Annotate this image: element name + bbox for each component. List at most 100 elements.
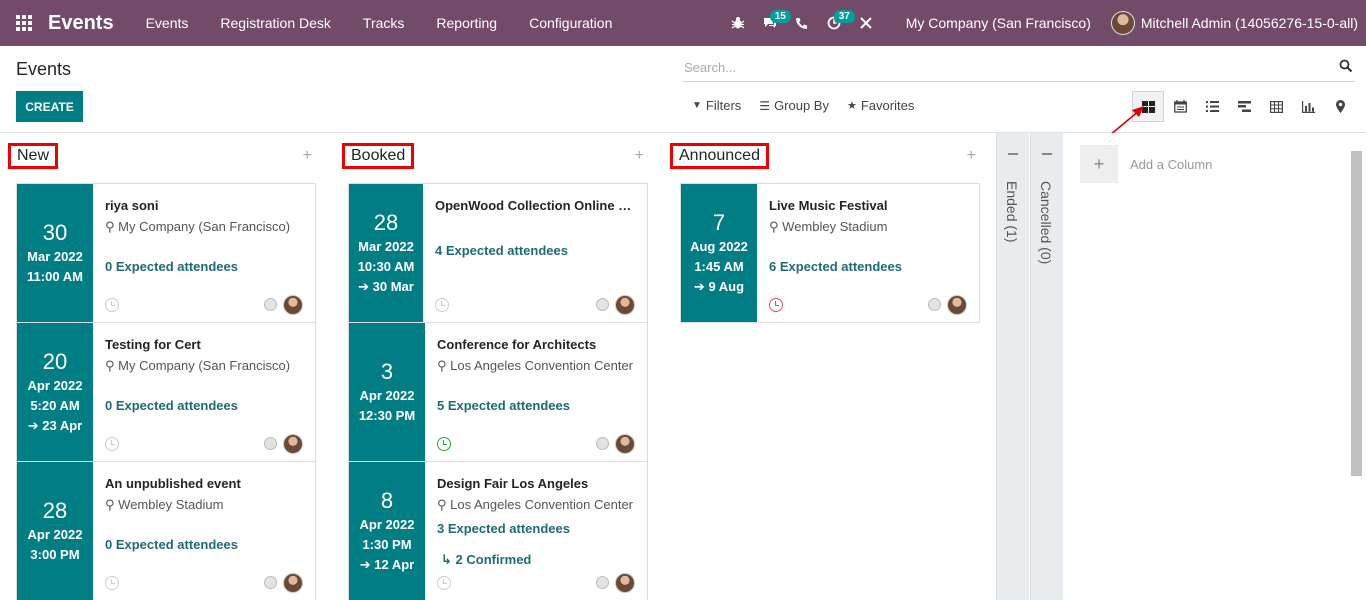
event-day: 20 bbox=[42, 349, 68, 374]
column-title[interactable]: New bbox=[8, 143, 59, 169]
activity-clock-icon[interactable] bbox=[769, 298, 783, 312]
event-location: ⚲ Wembley Stadium bbox=[769, 219, 888, 234]
pivot-view-icon[interactable] bbox=[1260, 91, 1292, 122]
activity-clock-icon[interactable] bbox=[437, 576, 451, 590]
activity-clock-icon[interactable] bbox=[105, 298, 119, 312]
event-attendees: 0 Expected attendees bbox=[105, 537, 238, 552]
filters-toggle[interactable]: ▼ Filters bbox=[692, 98, 741, 113]
quick-create-plus-icon[interactable]: + bbox=[635, 147, 644, 165]
responsible-avatar bbox=[615, 295, 635, 315]
user-menu[interactable]: Mitchell Admin (14056276-15-0-all) bbox=[1110, 11, 1366, 35]
menu-tracks[interactable]: Tracks bbox=[347, 0, 420, 46]
event-card[interactable]: 28 Mar 2022 10:30 AM ➔ 30 Mar OpenWood C… bbox=[348, 183, 648, 323]
kanban-column-booked: Booked + bbox=[332, 133, 648, 175]
event-month: Aug 2022 bbox=[690, 239, 748, 254]
kanban-board: New + Booked + Announced + 30 Mar 2022 1… bbox=[0, 133, 1366, 600]
event-date-box: 28 Apr 2022 3:00 PM bbox=[17, 462, 93, 600]
list-view-icon[interactable] bbox=[1196, 91, 1228, 122]
fold-handle-icon bbox=[1008, 153, 1018, 155]
group-by-toggle[interactable]: ☰ Group By bbox=[759, 98, 829, 113]
bug-icon[interactable] bbox=[722, 0, 754, 46]
add-column-input[interactable] bbox=[1130, 156, 1330, 172]
calendar-view-icon[interactable] bbox=[1164, 91, 1196, 122]
map-marker-icon: ⚲ bbox=[105, 358, 115, 373]
event-day: 8 bbox=[380, 488, 394, 513]
kanban-state-dot[interactable] bbox=[264, 576, 277, 589]
event-card[interactable]: 3 Apr 2022 12:30 PM Conference for Archi… bbox=[348, 322, 648, 462]
event-confirmed[interactable]: ↳ 2 Confirmed bbox=[441, 552, 635, 568]
menu-registration-desk[interactable]: Registration Desk bbox=[204, 0, 347, 46]
column-title[interactable]: Booked bbox=[342, 143, 415, 169]
responsible-avatar bbox=[947, 295, 967, 315]
user-avatar bbox=[1110, 11, 1135, 35]
quick-create-plus-icon[interactable]: + bbox=[967, 147, 976, 165]
quick-create-plus-icon[interactable]: + bbox=[303, 147, 312, 165]
search-bar bbox=[683, 54, 1355, 82]
event-card[interactable]: 30 Mar 2022 11:00 AM riya soni ⚲ My Comp… bbox=[16, 183, 316, 323]
kanban-state-dot[interactable] bbox=[264, 298, 277, 311]
add-column-area: + bbox=[1080, 145, 1330, 183]
kanban-state-dot[interactable] bbox=[928, 298, 941, 311]
event-card[interactable]: 8 Apr 2022 1:30 PM ➔ 12 Apr Design Fair … bbox=[348, 461, 648, 600]
kanban-column-announced: Announced + bbox=[664, 133, 980, 175]
search-icon[interactable] bbox=[1339, 59, 1353, 76]
activity-clock-icon[interactable] bbox=[437, 437, 451, 451]
event-date-box: 7 Aug 2022 1:45 AM ➔ 9 Aug bbox=[681, 184, 757, 322]
event-name: riya soni bbox=[105, 198, 159, 213]
search-input[interactable] bbox=[683, 60, 1323, 75]
event-attendees: 0 Expected attendees bbox=[105, 259, 238, 274]
activity-clock-icon[interactable] bbox=[105, 576, 119, 590]
menu-events[interactable]: Events bbox=[130, 0, 205, 46]
event-date-box: 3 Apr 2022 12:30 PM bbox=[349, 323, 425, 461]
map-marker-icon: ⚲ bbox=[437, 358, 447, 373]
kanban-column-ended-folded[interactable]: Ended (1) bbox=[996, 133, 1029, 600]
add-column-plus-icon[interactable]: + bbox=[1080, 145, 1118, 183]
event-month: Apr 2022 bbox=[359, 388, 415, 403]
fold-handle-icon bbox=[1042, 153, 1052, 155]
activity-clock-icon[interactable] bbox=[105, 437, 119, 451]
event-location: ⚲ Wembley Stadium bbox=[105, 497, 224, 512]
responsible-avatar bbox=[283, 295, 303, 315]
folded-column-label: Cancelled (0) bbox=[1038, 181, 1054, 265]
kanban-state-dot[interactable] bbox=[596, 298, 609, 311]
event-time: 1:45 AM bbox=[694, 259, 744, 274]
favorites-toggle[interactable]: ★ Favorites bbox=[847, 98, 914, 113]
level-down-icon: ↳ bbox=[441, 552, 452, 567]
kanban-state-dot[interactable] bbox=[596, 576, 609, 589]
phone-icon[interactable] bbox=[786, 0, 818, 46]
map-view-icon[interactable] bbox=[1324, 91, 1356, 122]
menu-reporting[interactable]: Reporting bbox=[420, 0, 513, 46]
map-marker-icon: ⚲ bbox=[769, 219, 779, 234]
apps-menu-icon[interactable] bbox=[0, 0, 48, 46]
event-card[interactable]: 20 Apr 2022 5:20 AM ➔ 23 Apr Testing for… bbox=[16, 322, 316, 462]
event-card[interactable]: 7 Aug 2022 1:45 AM ➔ 9 Aug Live Music Fe… bbox=[680, 183, 980, 323]
menu-configuration[interactable]: Configuration bbox=[513, 0, 628, 46]
event-month: Apr 2022 bbox=[27, 378, 83, 393]
event-location: ⚲ My Company (San Francisco) bbox=[105, 358, 291, 373]
activity-clock-icon[interactable] bbox=[435, 298, 449, 312]
responsible-avatar bbox=[615, 434, 635, 454]
tools-icon[interactable] bbox=[850, 0, 882, 46]
event-time: 3:00 PM bbox=[30, 547, 80, 562]
event-location: ⚲ My Company (San Francisco) bbox=[105, 219, 291, 234]
event-end-date: ➔ 23 Apr bbox=[27, 418, 83, 433]
event-day: 28 bbox=[373, 210, 399, 235]
kanban-state-dot[interactable] bbox=[264, 437, 277, 450]
responsible-avatar bbox=[283, 434, 303, 454]
responsible-avatar bbox=[615, 573, 635, 593]
event-end-date: ➔ 30 Mar bbox=[358, 279, 414, 294]
create-button[interactable]: CREATE bbox=[16, 91, 83, 122]
kanban-column-cancelled-folded[interactable]: Cancelled (0) bbox=[1030, 133, 1063, 600]
event-day: 28 bbox=[42, 498, 68, 523]
filters-label: Filters bbox=[705, 98, 742, 113]
event-card[interactable]: 28 Apr 2022 3:00 PM An unpublished event… bbox=[16, 461, 316, 600]
activity-clock-icon[interactable]: 37 bbox=[818, 0, 855, 46]
app-brand[interactable]: Events bbox=[48, 12, 114, 35]
chat-icon[interactable]: 15 bbox=[754, 0, 791, 46]
graph-view-icon[interactable] bbox=[1292, 91, 1324, 122]
company-switcher[interactable]: My Company (San Francisco) bbox=[882, 15, 1111, 31]
kanban-state-dot[interactable] bbox=[596, 437, 609, 450]
scrollbar-thumb[interactable] bbox=[1351, 151, 1362, 476]
gantt-view-icon[interactable] bbox=[1228, 91, 1260, 122]
column-title[interactable]: Announced bbox=[670, 143, 769, 169]
